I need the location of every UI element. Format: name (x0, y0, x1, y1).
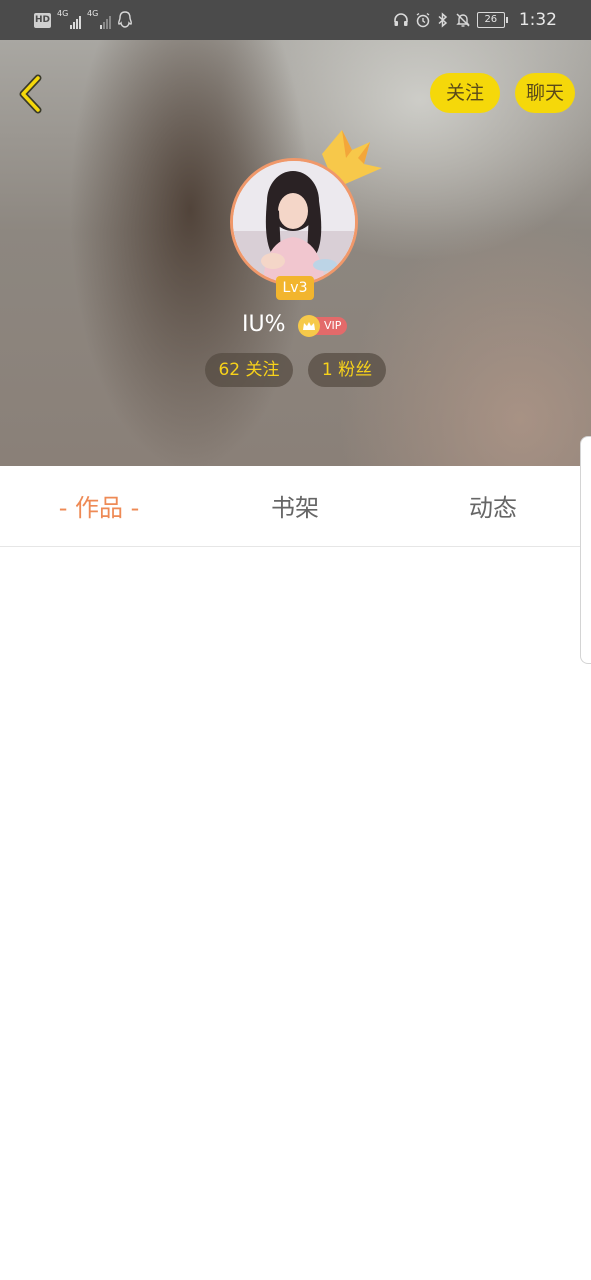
clock: 1:32 (518, 10, 557, 30)
battery-icon: 26 (476, 12, 508, 28)
avatar[interactable] (230, 158, 358, 286)
chat-button[interactable]: 聊天 (515, 73, 575, 113)
status-bar-right: 26 1:32 (393, 9, 557, 31)
status-bar: HD 4G 4G 26 1:32 (0, 0, 591, 40)
username: IU% (242, 312, 286, 337)
profile-tabs: - 作品 - 书架 动态 (0, 466, 591, 547)
status-bar-left: HD 4G 4G (34, 9, 133, 31)
tab-works-label: 作品 (75, 494, 123, 522)
bluetooth-icon (438, 12, 447, 28)
tab-shelf[interactable]: 书架 (240, 466, 350, 546)
following-count[interactable]: 62 关注 (205, 353, 293, 387)
tab-works[interactable]: - 作品 - (40, 466, 158, 546)
level-badge: Lv3 (276, 276, 314, 300)
vip-badge: VIP (298, 315, 348, 337)
tab-active-indicator-right: - (123, 494, 140, 522)
mute-bell-icon (456, 13, 470, 27)
tab-content (0, 547, 591, 1280)
alarm-icon (416, 12, 430, 28)
signal-icon: 4G (57, 10, 81, 30)
tab-active-indicator-left: - (58, 494, 75, 522)
signal-icon: 4G (87, 10, 111, 30)
headphones-icon (394, 13, 408, 26)
tab-feed[interactable]: 动态 (440, 466, 546, 546)
qq-icon (118, 11, 132, 28)
vip-crown-icon (298, 315, 320, 337)
chevron-left-icon[interactable] (14, 72, 48, 116)
profile-header: 关注 聊天 Lv3 IU% VIP 62 关注 1 粉丝 (0, 40, 591, 466)
avatar-photo (233, 161, 355, 283)
follow-button[interactable]: 关注 (430, 73, 500, 113)
edge-drawer-handle[interactable] (580, 436, 591, 664)
fans-count[interactable]: 1 粉丝 (308, 353, 386, 387)
hd-icon: HD (34, 12, 51, 28)
